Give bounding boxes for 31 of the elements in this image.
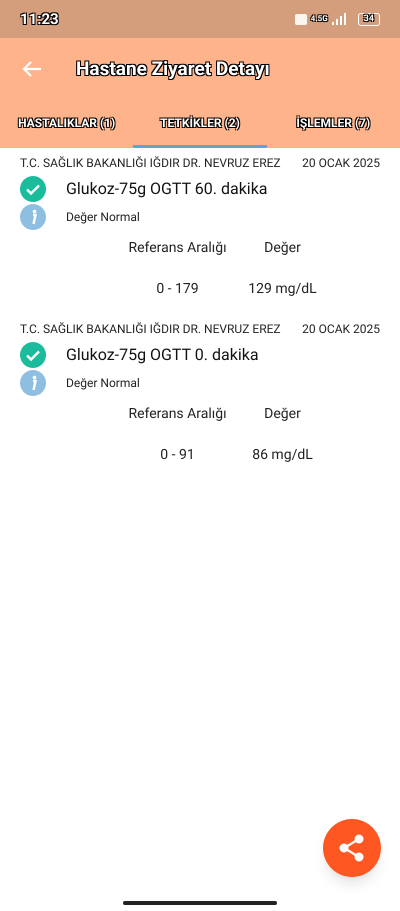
column-header: Referans Aralığı	[127, 405, 228, 424]
test-name: Glukoz-75g OGTT 60. dakika	[66, 178, 268, 200]
battery-indicator: 34	[358, 12, 380, 26]
check-circle-icon	[20, 342, 46, 368]
result-value: 86 mg/dL	[251, 446, 314, 465]
result-date: 20 OCAK 2025	[302, 321, 380, 338]
status-text: Değer Normal	[66, 375, 140, 392]
share-icon	[339, 834, 365, 862]
column-header: Değer	[263, 405, 302, 424]
tab[interactable]: HASTALIKLAR (1)	[0, 100, 134, 148]
reference-range: 0 - 179	[155, 280, 200, 299]
network-label: 4.5G	[310, 14, 328, 22]
check-circle-icon	[20, 176, 46, 202]
screen-title: Hastane Ziyaret Detayı	[76, 56, 270, 82]
tab[interactable]: TETKİKLER (2)	[133, 100, 267, 148]
column-header: Referans Aralığı	[127, 239, 228, 258]
test-name: Glukoz-75g OGTT 0. dakika	[66, 344, 259, 366]
result-date: 20 OCAK 2025	[302, 155, 380, 172]
info-icon	[20, 370, 46, 396]
tab[interactable]: İŞLEMLER (7)	[266, 100, 400, 148]
volte-icon	[294, 14, 307, 24]
institution-name: T.C. SAĞLIK BAKANLIĞI IĞDIR DR. NEVRUZ EREZ	[20, 155, 281, 172]
back-arrow-icon	[22, 60, 42, 78]
signal-icon	[332, 13, 346, 25]
status-time: 11:23	[20, 8, 59, 30]
column-header: Değer	[263, 239, 302, 258]
result-value: 129 mg/dL	[247, 280, 318, 299]
reference-range: 0 - 91	[159, 446, 196, 465]
status-text: Değer Normal	[66, 209, 140, 226]
institution-name: T.C. SAĞLIK BAKANLIĞI IĞDIR DR. NEVRUZ EREZ	[20, 321, 281, 338]
info-icon	[20, 204, 46, 230]
